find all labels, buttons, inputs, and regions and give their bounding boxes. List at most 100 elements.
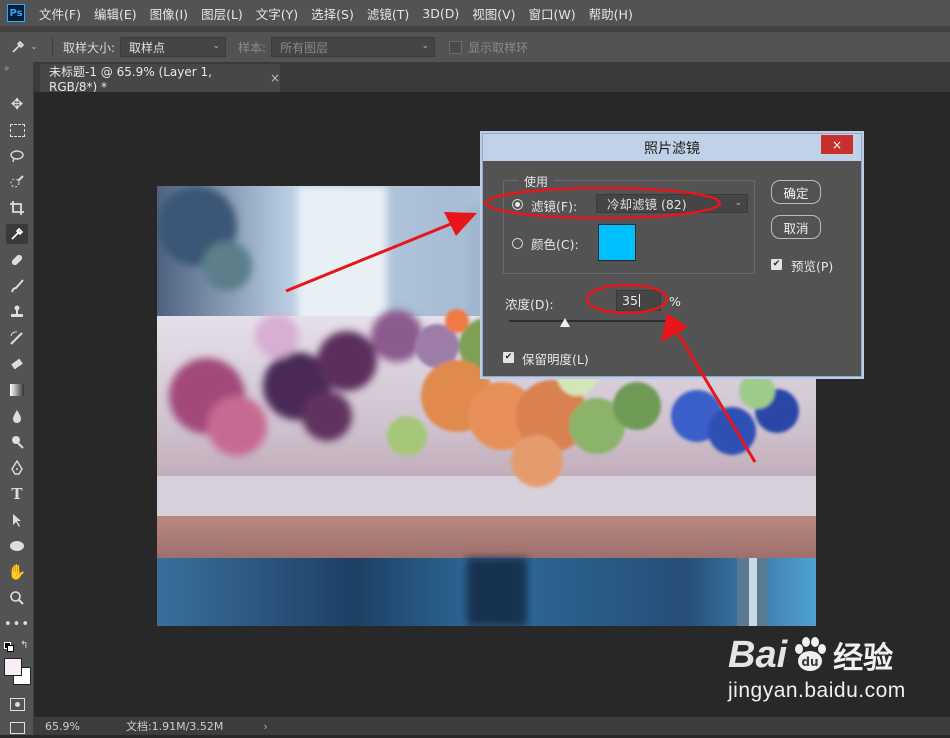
color-swatch[interactable]	[598, 224, 636, 261]
panel-collapse-icon[interactable]: »	[4, 64, 10, 74]
cancel-button[interactable]: 取消	[771, 215, 821, 239]
sample-value: 所有图层	[280, 40, 329, 55]
close-icon: ×	[831, 137, 843, 152]
eraser-tool-icon[interactable]	[6, 354, 28, 374]
close-tab-icon[interactable]: ×	[270, 71, 280, 85]
preview-label: 预览(P)	[791, 259, 834, 274]
preview-checkbox[interactable]: ✔	[771, 259, 782, 270]
zoom-tool-icon[interactable]	[6, 588, 28, 608]
eyedropper-tool-icon[interactable]	[6, 224, 28, 244]
watermark-brand-right: 经验	[833, 641, 894, 676]
menu-help[interactable]: 帮助(H)	[589, 4, 633, 23]
density-label: 浓度(D):	[505, 297, 554, 312]
color-label: 颜色(C):	[531, 237, 579, 252]
preserve-luminosity-checkbox[interactable]: ✔	[503, 352, 514, 363]
cancel-button-label: 取消	[783, 220, 809, 236]
density-slider-thumb[interactable]	[560, 318, 570, 327]
swap-colors-icon[interactable]: ↰	[20, 640, 28, 651]
ok-button[interactable]: 确定	[771, 180, 821, 204]
document-info: 文档:1.91M/3.52M	[125, 720, 224, 733]
filter-label: 滤镜(F):	[531, 199, 578, 214]
watermark-url: jingyan.baidu.com	[728, 679, 906, 702]
density-value: 35	[622, 293, 638, 308]
photoshop-logo: Ps	[7, 4, 25, 22]
color-radio[interactable]	[512, 238, 523, 249]
use-group-label: 使用	[518, 173, 555, 190]
sample-select[interactable]: 所有图层 ⌄	[271, 37, 436, 57]
ellipse-tool-icon[interactable]	[6, 536, 28, 556]
document-tab-title: 未标题-1 @ 65.9% (Layer 1, RGB/8*) *	[49, 64, 212, 94]
zoom-level[interactable]: 65.9%	[45, 720, 80, 733]
dialog-body: 使用 滤镜(F): 冷却滤镜 (82) ⌄ 颜色(C): 确定 取消 ✔ 预览(…	[486, 161, 858, 373]
sample-label: 样本:	[238, 40, 267, 55]
filter-select[interactable]: 冷却滤镜 (82) ⌄	[596, 194, 748, 213]
dialog-title: 照片滤镜	[644, 140, 700, 157]
menu-file[interactable]: 文件(F)	[39, 4, 81, 23]
filter-value: 冷却滤镜 (82)	[607, 197, 687, 212]
chevron-down-icon: ⌄	[734, 198, 742, 208]
baidu-watermark: Bai du 经验 jingyan.baidu.com	[728, 633, 906, 703]
filter-radio[interactable]	[512, 199, 523, 210]
ok-button-label: 确定	[783, 185, 809, 201]
checkmark-icon: ✔	[504, 352, 513, 362]
tools-panel: » ✥ T ✋ ••• ↰	[0, 62, 34, 735]
menu-view[interactable]: 视图(V)	[472, 4, 515, 23]
options-bar: ⌄ 取样大小: 取样点 ⌄ 样本: 所有图层 ⌄ 显示取样环	[0, 31, 950, 62]
options-divider	[52, 38, 53, 56]
hand-tool-icon[interactable]: ✋	[6, 562, 28, 582]
menu-window[interactable]: 窗口(W)	[529, 4, 576, 23]
paw-logo-icon: du	[790, 635, 830, 675]
dialog-title-bar[interactable]: 照片滤镜 ×	[483, 134, 861, 161]
healing-brush-tool-icon[interactable]	[6, 250, 28, 270]
density-unit: %	[669, 294, 681, 309]
radio-selected-dot	[515, 202, 520, 207]
photo-filter-dialog: 照片滤镜 × 使用 滤镜(F): 冷却滤镜 (82) ⌄ 颜色(C): 确定 取…	[482, 133, 862, 377]
status-menu-arrow[interactable]: ›	[263, 720, 267, 733]
quick-selection-tool-icon[interactable]	[6, 172, 28, 192]
svg-text:du: du	[802, 655, 819, 669]
type-tool-icon[interactable]: T	[6, 484, 28, 504]
history-brush-tool-icon[interactable]	[6, 328, 28, 348]
clone-stamp-tool-icon[interactable]	[6, 302, 28, 322]
preserve-luminosity-label: 保留明度(L)	[522, 352, 589, 367]
menu-3d[interactable]: 3D(D)	[422, 6, 459, 21]
chevron-down-icon: ⌄	[212, 41, 221, 51]
show-ring-label: 显示取样环	[468, 40, 529, 55]
pen-tool-icon[interactable]	[6, 458, 28, 478]
blur-tool-icon[interactable]	[6, 406, 28, 426]
menu-image[interactable]: 图像(I)	[150, 4, 188, 23]
menu-bar: Ps 文件(F) 编辑(E) 图像(I) 图层(L) 文字(Y) 选择(S) 滤…	[0, 0, 950, 26]
watermark-brand-left: Bai	[728, 633, 788, 676]
more-tools-icon[interactable]: •••	[4, 614, 29, 634]
density-input[interactable]: 35	[616, 290, 661, 311]
color-swatches[interactable]	[4, 658, 31, 685]
marquee-tool-icon[interactable]	[6, 120, 28, 140]
menu-type[interactable]: 文字(Y)	[256, 4, 298, 23]
menu-layer[interactable]: 图层(L)	[201, 4, 243, 23]
brush-tool-icon[interactable]	[6, 276, 28, 296]
path-selection-tool-icon[interactable]	[6, 510, 28, 530]
eyedropper-tool-preset-icon[interactable]: ⌄	[10, 39, 44, 55]
lasso-tool-icon[interactable]	[6, 146, 28, 166]
screen-mode-icon[interactable]	[6, 718, 28, 738]
menu-select[interactable]: 选择(S)	[311, 4, 354, 23]
quick-mask-icon[interactable]	[6, 694, 28, 714]
show-ring-checkbox[interactable]	[449, 40, 463, 54]
checkmark-icon: ✔	[772, 259, 781, 269]
menu-filter[interactable]: 滤镜(T)	[367, 4, 409, 23]
sample-size-label: 取样大小:	[63, 40, 116, 55]
dodge-tool-icon[interactable]	[6, 432, 28, 452]
document-tab[interactable]: 未标题-1 @ 65.9% (Layer 1, RGB/8*) * ×	[40, 64, 280, 94]
gradient-tool-icon[interactable]	[6, 380, 28, 400]
sample-size-select[interactable]: 取样点 ⌄	[120, 37, 227, 57]
crop-tool-icon[interactable]	[6, 198, 28, 218]
density-slider-track[interactable]	[509, 320, 669, 322]
menu-edit[interactable]: 编辑(E)	[94, 4, 137, 23]
move-tool-icon[interactable]: ✥	[6, 94, 28, 114]
dialog-close-button[interactable]: ×	[821, 135, 853, 154]
default-colors-icon[interactable]	[4, 642, 14, 652]
chevron-down-icon: ⌄	[421, 41, 430, 51]
text-cursor	[638, 294, 640, 307]
status-bar: 65.9% 文档:1.91M/3.52M ›	[34, 717, 950, 735]
sample-size-value: 取样点	[129, 40, 166, 55]
